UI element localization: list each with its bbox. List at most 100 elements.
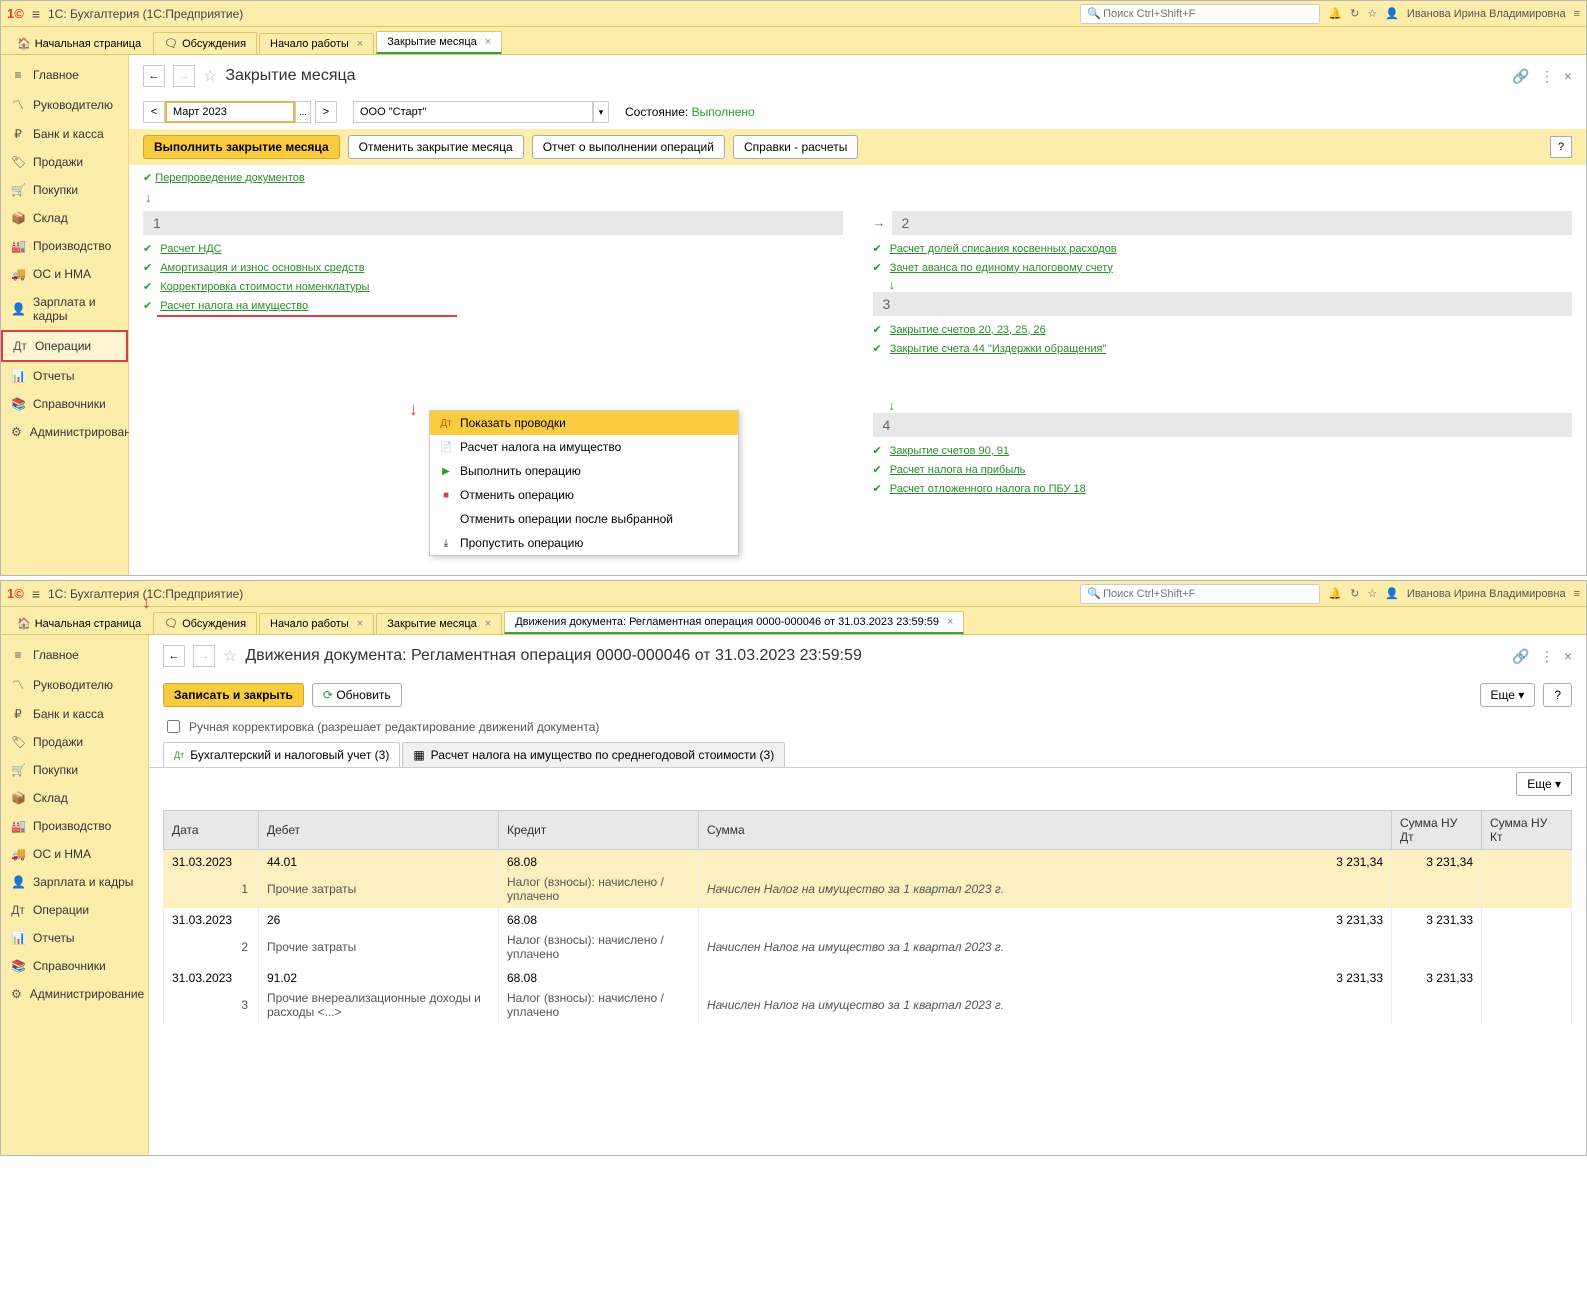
sidebar-buy[interactable]: 🛒Покупки — [1, 756, 148, 784]
ctx-show-postings[interactable]: ДтПоказать проводки — [430, 411, 738, 435]
tab-closing[interactable]: Закрытие месяца× — [376, 31, 502, 54]
tab-discussions[interactable]: 🗨Обсуждения — [153, 612, 257, 634]
refresh-button[interactable]: ⟳ Обновить — [312, 683, 402, 707]
help-button[interactable]: ? — [1543, 683, 1572, 707]
tab-closing[interactable]: Закрытие месяца× — [376, 613, 502, 634]
sidebar-operations[interactable]: ДтОперации — [1, 330, 128, 362]
settings-icon[interactable]: ≡ — [1574, 588, 1580, 600]
settings-icon[interactable]: ≡ — [1574, 8, 1580, 20]
table-row-detail[interactable]: 1Прочие затратыНалог (взносы): начислено… — [164, 874, 1572, 908]
period-value[interactable]: Март 2023 — [165, 101, 295, 123]
tab-start[interactable]: Начало работы× — [259, 613, 374, 634]
dropdown-icon[interactable]: ▾ — [593, 101, 609, 123]
step-link[interactable]: Закрытие счета 44 "Издержки обращения" — [890, 343, 1107, 355]
ctx-calc-property-tax[interactable]: 📄Расчет налога на имущество — [430, 435, 738, 459]
period-picker-button[interactable]: ... — [295, 101, 311, 123]
sidebar-stock[interactable]: 📦Склад — [1, 784, 148, 812]
forward-button[interactable]: → — [193, 645, 215, 667]
help-calcs-button[interactable]: Справки - расчеты — [733, 135, 858, 159]
step-link[interactable]: Зачет аванса по единому налоговому счету — [890, 262, 1113, 274]
table-row-detail[interactable]: 2Прочие затратыНалог (взносы): начислено… — [164, 932, 1572, 966]
col-nuk[interactable]: Сумма НУ Кт — [1482, 811, 1572, 850]
more-button[interactable]: Еще ▾ — [1480, 683, 1536, 707]
close-icon[interactable]: × — [947, 616, 953, 628]
step-link[interactable]: Расчет НДС — [160, 243, 221, 255]
link-icon[interactable]: 🔗 — [1512, 68, 1529, 85]
favorite-icon[interactable]: ☆ — [223, 646, 237, 666]
checkbox-input[interactable] — [167, 720, 180, 733]
tab-home[interactable]: 🏠Начальная страница — [7, 613, 151, 634]
prev-period-button[interactable]: < — [143, 101, 165, 123]
step-link[interactable]: Корректировка стоимости номенклатуры — [160, 281, 369, 293]
sidebar-leader[interactable]: 〽Руководителю — [1, 89, 128, 120]
ctx-skip-op[interactable]: ⤓Пропустить операцию — [430, 531, 738, 555]
back-button[interactable]: ← — [163, 645, 185, 667]
col-debit[interactable]: Дебет — [259, 811, 499, 850]
sidebar-ref[interactable]: 📚Справочники — [1, 952, 148, 980]
help-button[interactable]: ? — [1550, 136, 1572, 158]
table-row-detail[interactable]: 3Прочие внереализационные доходы и расхо… — [164, 990, 1572, 1024]
close-icon[interactable]: × — [357, 38, 363, 50]
favorite-icon[interactable]: ☆ — [203, 66, 217, 86]
close-icon[interactable]: × — [1564, 648, 1572, 665]
sidebar-ref[interactable]: 📚Справочники — [1, 390, 128, 418]
step-link[interactable]: Расчет налога на имущество — [160, 300, 308, 312]
search-input[interactable]: 🔍 — [1080, 4, 1320, 24]
sidebar-hr[interactable]: 👤Зарплата и кадры — [1, 868, 148, 896]
col-credit[interactable]: Кредит — [499, 811, 699, 850]
star-icon[interactable]: ☆ — [1367, 587, 1377, 600]
step-link[interactable]: Расчет отложенного налога по ПБУ 18 — [890, 483, 1086, 495]
col-sum[interactable]: Сумма — [699, 811, 1392, 850]
menu-icon[interactable]: ≡ — [32, 586, 40, 602]
col-nud[interactable]: Сумма НУ Дт — [1392, 811, 1482, 850]
history-icon[interactable]: ↻ — [1350, 587, 1359, 600]
table-row[interactable]: 31.03.20232668.08 3 231,333 231,33 — [164, 908, 1572, 932]
manual-edit-checkbox[interactable]: Ручная корректировка (разрешает редактир… — [149, 713, 1586, 740]
sidebar-main[interactable]: ≡Главное — [1, 641, 148, 669]
sidebar-leader[interactable]: 〽Руководителю — [1, 669, 148, 700]
sidebar-admin[interactable]: ⚙Администрирование — [1, 980, 148, 1008]
sidebar-admin[interactable]: ⚙Администрирование — [1, 418, 128, 446]
history-icon[interactable]: ↻ — [1350, 7, 1359, 20]
sidebar-stock[interactable]: 📦Склад — [1, 204, 128, 232]
close-icon[interactable]: × — [357, 618, 363, 630]
step-link[interactable]: Амортизация и износ основных средств — [160, 262, 364, 274]
sidebar-reports[interactable]: 📊Отчеты — [1, 362, 128, 390]
user-icon[interactable]: 👤 — [1385, 587, 1399, 600]
sidebar-operations[interactable]: ДтОперации — [1, 896, 148, 924]
sidebar-bank[interactable]: ₽Банк и касса — [1, 700, 148, 728]
sidebar-sales[interactable]: 🏷Продажи — [1, 728, 148, 756]
more-icon[interactable]: ⋮ — [1540, 68, 1554, 85]
ctx-cancel-op[interactable]: ■Отменить операцию — [430, 483, 738, 507]
sidebar-prod[interactable]: 🏭Производство — [1, 232, 128, 260]
search-field[interactable] — [1101, 586, 1313, 602]
ctx-run-op[interactable]: ▶Выполнить операцию — [430, 459, 738, 483]
bell-icon[interactable]: 🔔 — [1328, 587, 1342, 600]
sidebar-bank[interactable]: ₽Банк и касса — [1, 120, 128, 148]
cancel-closing-button[interactable]: Отменить закрытие месяца — [348, 135, 524, 159]
tab-accounting[interactable]: ДтБухгалтерский и налоговый учет (3) — [163, 742, 400, 767]
close-icon[interactable]: × — [485, 36, 491, 48]
tab-doc-movements[interactable]: Движения документа: Регламентная операци… — [504, 611, 964, 634]
tab-property-tax[interactable]: ▦Расчет налога на имущество по среднегод… — [402, 742, 785, 767]
step-link[interactable]: Расчет долей списания косвенных расходов — [890, 243, 1117, 255]
search-input[interactable]: 🔍 — [1080, 584, 1320, 604]
star-icon[interactable]: ☆ — [1367, 7, 1377, 20]
sidebar-prod[interactable]: 🏭Производство — [1, 812, 148, 840]
run-closing-button[interactable]: Выполнить закрытие месяца — [143, 135, 340, 159]
step-link[interactable]: Закрытие счетов 90, 91 — [890, 445, 1009, 457]
step-link[interactable]: Расчет налога на прибыль — [890, 464, 1026, 476]
back-button[interactable]: ← — [143, 65, 165, 87]
org-select[interactable]: ООО "Старт" — [353, 101, 593, 123]
search-field[interactable] — [1101, 6, 1313, 22]
repost-link[interactable]: Перепроведение документов — [155, 172, 304, 184]
tab-start[interactable]: Начало работы× — [259, 33, 374, 54]
sidebar-main[interactable]: ≡Главное — [1, 61, 128, 89]
tab-discussions[interactable]: 🗨Обсуждения — [153, 32, 257, 54]
close-icon[interactable]: × — [1564, 68, 1572, 85]
next-period-button[interactable]: > — [315, 101, 337, 123]
menu-icon[interactable]: ≡ — [32, 6, 40, 22]
more-icon[interactable]: ⋮ — [1540, 648, 1554, 665]
sidebar-os[interactable]: 🚚ОС и НМА — [1, 840, 148, 868]
table-row[interactable]: 31.03.202344.0168.08 3 231,343 231,34 — [164, 850, 1572, 875]
